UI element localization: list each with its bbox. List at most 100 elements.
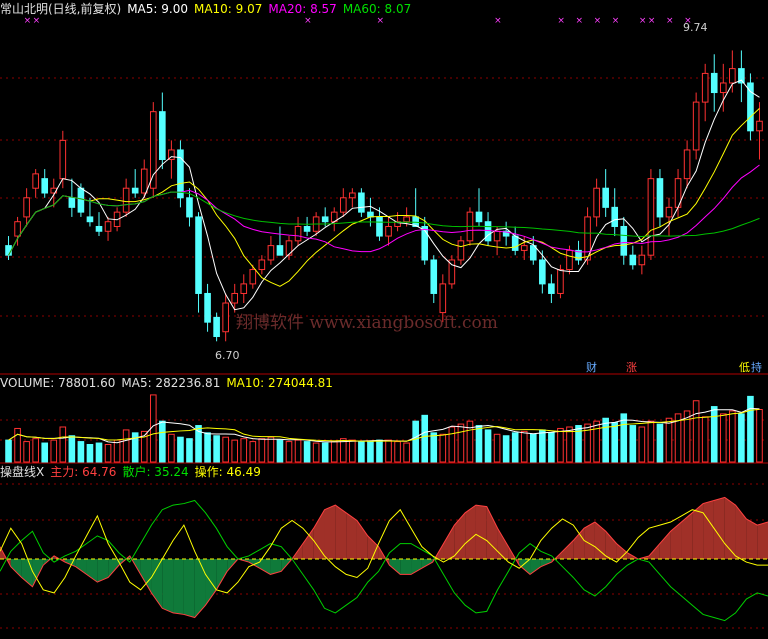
candle-body (95, 225, 103, 232)
volume-bar (511, 432, 519, 463)
volume-bar (747, 395, 754, 463)
ma20-line (8, 164, 760, 256)
main-force-fill (486, 506, 498, 559)
candle-body (303, 225, 311, 232)
volume-bar (122, 429, 130, 463)
high-price-label: 9.74 (683, 21, 708, 34)
candle-body (294, 225, 302, 242)
volume-bar (566, 426, 573, 463)
main-force-fill (443, 525, 455, 559)
volume-bar (367, 441, 374, 463)
candle-body (258, 259, 266, 271)
candle-body (710, 72, 718, 94)
volume-bar (276, 439, 284, 463)
candle-body (159, 111, 166, 161)
candle-body (539, 259, 546, 285)
candle-body (557, 269, 564, 294)
main-force-fill (108, 559, 119, 578)
volume-bar (656, 423, 664, 463)
candle-body (59, 139, 67, 180)
signal-marker: × (304, 16, 312, 26)
main-force-fill (411, 559, 422, 575)
candle-body (321, 216, 329, 223)
candle-body (683, 149, 691, 180)
main-force-fill (302, 528, 314, 559)
main-force-fill (356, 520, 368, 559)
volume-bar (59, 426, 67, 463)
marker-rise[interactable]: 涨 (624, 359, 639, 375)
candle-body (747, 82, 754, 132)
candle-body (32, 173, 39, 189)
marker-hold[interactable]: 持 (749, 359, 764, 375)
volume-bar (285, 441, 293, 463)
main-force-fill (335, 505, 347, 559)
price-header: 常山北明(日线,前复权) MA5: 9.00 MA10: 9.07 MA20: 8.5… (0, 2, 417, 16)
signal-marker: × (494, 16, 502, 26)
volume-bar (457, 423, 465, 463)
candle-body (511, 235, 519, 251)
main-force-fill (713, 497, 725, 559)
main-force-fill (259, 559, 271, 575)
signal-marker: × (576, 16, 584, 26)
volume-bar (448, 426, 456, 463)
candle-body (376, 216, 383, 237)
watermark: 翔博软件 www.xiangbosoft.com (236, 313, 498, 333)
marker-finance[interactable]: 财 (584, 359, 599, 375)
volume-bar (738, 413, 745, 463)
volume-bar (620, 413, 628, 463)
volume-bar (539, 429, 546, 463)
volume-bar (647, 420, 655, 463)
candle-body (385, 225, 392, 237)
candle-body (222, 302, 229, 333)
candle-body (367, 211, 374, 218)
candle-body (457, 240, 465, 261)
volume-bar (701, 416, 709, 463)
candle-body (566, 249, 573, 271)
signal-marker: × (612, 16, 620, 26)
volume-bar (258, 438, 266, 463)
volume-bar (439, 433, 447, 463)
candle-body (529, 245, 537, 261)
main-force-fill (324, 505, 336, 559)
candle-body (430, 259, 438, 294)
candle-body (77, 187, 85, 213)
candle-body (86, 216, 94, 223)
main-force-fill (465, 505, 476, 559)
main-force-fill (594, 522, 606, 559)
stock-title: 常山北明(日线,前复权) (0, 2, 122, 16)
volume-bar (557, 427, 564, 463)
volume-bar (23, 441, 30, 463)
signal-marker: × (33, 16, 41, 26)
candle-body (692, 101, 700, 151)
volume-bar (520, 430, 528, 463)
candle-body (204, 292, 211, 323)
volume-bar (213, 435, 220, 463)
candle-body (104, 221, 112, 232)
main-force-fill (703, 500, 714, 559)
volume-bar (68, 435, 76, 463)
candle-body (5, 245, 12, 256)
volume-bar (403, 442, 410, 463)
volume-bar (638, 426, 646, 463)
volume-bar (475, 425, 483, 463)
candle-body (656, 178, 664, 218)
candle-body (602, 187, 609, 208)
candle-body (131, 187, 139, 194)
ma60-line (8, 191, 760, 256)
candle-body (349, 192, 356, 199)
main-force-fill (735, 505, 747, 559)
main-force-fill (681, 512, 693, 559)
volume-ma5-line (8, 407, 760, 444)
operation-label: 操作: 46.49 (194, 465, 261, 479)
volume-header: VOLUME: 78801.60 MA5: 282236.81 MA10: 2740… (0, 376, 339, 390)
indicator-name: 操盘线X (0, 465, 45, 479)
candle-body (520, 245, 528, 251)
main-force-fill (75, 559, 87, 575)
main-force-fill (746, 518, 758, 559)
volume-bar (358, 441, 365, 463)
volume-bar (710, 406, 718, 463)
ma60-label: MA60: 8.07 (342, 2, 412, 16)
candle-body (421, 225, 429, 261)
volume-bar (50, 439, 58, 463)
volume-bar (186, 438, 193, 463)
